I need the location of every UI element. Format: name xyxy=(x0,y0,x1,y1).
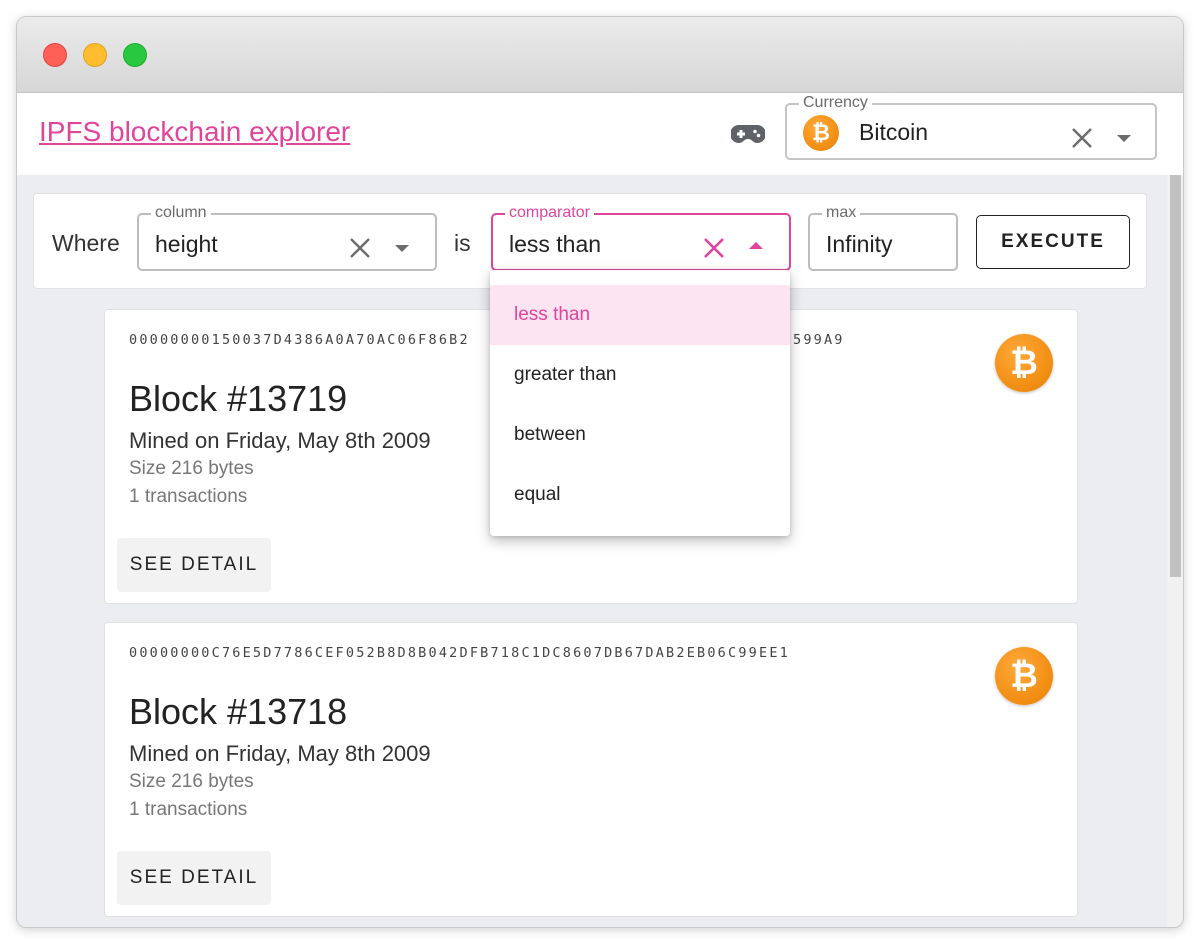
app-bar: IPFS blockchain explorer Currency ₿ Bitc… xyxy=(17,93,1183,175)
close-window-button[interactable] xyxy=(43,43,67,67)
clear-column-icon[interactable] xyxy=(349,237,371,259)
block-transactions: 1 transactions xyxy=(129,799,248,820)
block-mined-date: Mined on Friday, May 8th 2009 xyxy=(129,428,431,453)
app-title-link[interactable]: IPFS blockchain explorer xyxy=(39,116,350,148)
block-transactions: 1 transactions xyxy=(129,486,248,507)
block-card: 00000000C76E5D7786CEF052B8D8B042DFB718C1… xyxy=(104,622,1078,917)
bitcoin-icon: ₿ xyxy=(995,334,1053,392)
menu-item-less-than[interactable]: less than xyxy=(490,285,790,345)
block-size: Size 216 bytes xyxy=(129,458,254,479)
max-field-label: max xyxy=(822,204,861,222)
window-titlebar xyxy=(17,17,1183,93)
max-input[interactable]: max Infinity xyxy=(808,204,958,271)
comparator-select[interactable]: comparator less than xyxy=(491,204,791,271)
menu-item-between[interactable]: between xyxy=(490,405,790,465)
maximize-window-button[interactable] xyxy=(123,43,147,67)
bitcoin-icon: ₿ xyxy=(995,647,1053,705)
see-detail-button[interactable]: SEE DETAIL xyxy=(117,538,271,592)
gamepad-icon[interactable] xyxy=(731,123,765,145)
block-mined-date: Mined on Friday, May 8th 2009 xyxy=(129,741,431,766)
scrollbar[interactable] xyxy=(1167,175,1183,927)
clear-comparator-icon[interactable] xyxy=(703,237,725,259)
execute-button[interactable]: EXECUTE xyxy=(976,215,1130,269)
is-label: is xyxy=(454,230,471,256)
comparator-field-label: comparator xyxy=(505,204,594,222)
currency-value: Bitcoin xyxy=(859,119,929,145)
block-hash: 00000000150037D4386A0A70AC06F86B2 xyxy=(129,332,470,348)
minimize-window-button[interactable] xyxy=(83,43,107,67)
block-title: Block #13718 xyxy=(129,691,348,732)
block-hash-end: 599A9 xyxy=(793,332,845,348)
see-detail-button[interactable]: SEE DETAIL xyxy=(117,851,271,905)
menu-item-equal[interactable]: equal xyxy=(490,465,790,525)
comparator-value: less than xyxy=(509,231,602,257)
clear-currency-icon[interactable] xyxy=(1071,127,1093,149)
comparator-dropdown-menu: less than greater than between equal xyxy=(490,270,790,536)
where-label: Where xyxy=(52,230,120,256)
chevron-down-icon[interactable] xyxy=(395,245,409,252)
currency-select[interactable]: Currency ₿ Bitcoin xyxy=(785,94,1157,160)
column-field-label: column xyxy=(151,204,211,222)
currency-field-label: Currency xyxy=(799,94,872,112)
bitcoin-icon: ₿ xyxy=(803,115,839,151)
chevron-up-icon[interactable] xyxy=(749,242,763,249)
chevron-down-icon[interactable] xyxy=(1117,135,1131,142)
max-value: Infinity xyxy=(826,231,893,257)
scrollbar-thumb[interactable] xyxy=(1170,175,1181,577)
block-size: Size 216 bytes xyxy=(129,771,254,792)
block-title: Block #13719 xyxy=(129,378,348,419)
menu-item-greater-than[interactable]: greater than xyxy=(490,345,790,405)
block-hash: 00000000C76E5D7786CEF052B8D8B042DFB718C1… xyxy=(129,645,790,661)
column-value: height xyxy=(155,231,218,257)
column-select[interactable]: column height xyxy=(137,204,437,271)
